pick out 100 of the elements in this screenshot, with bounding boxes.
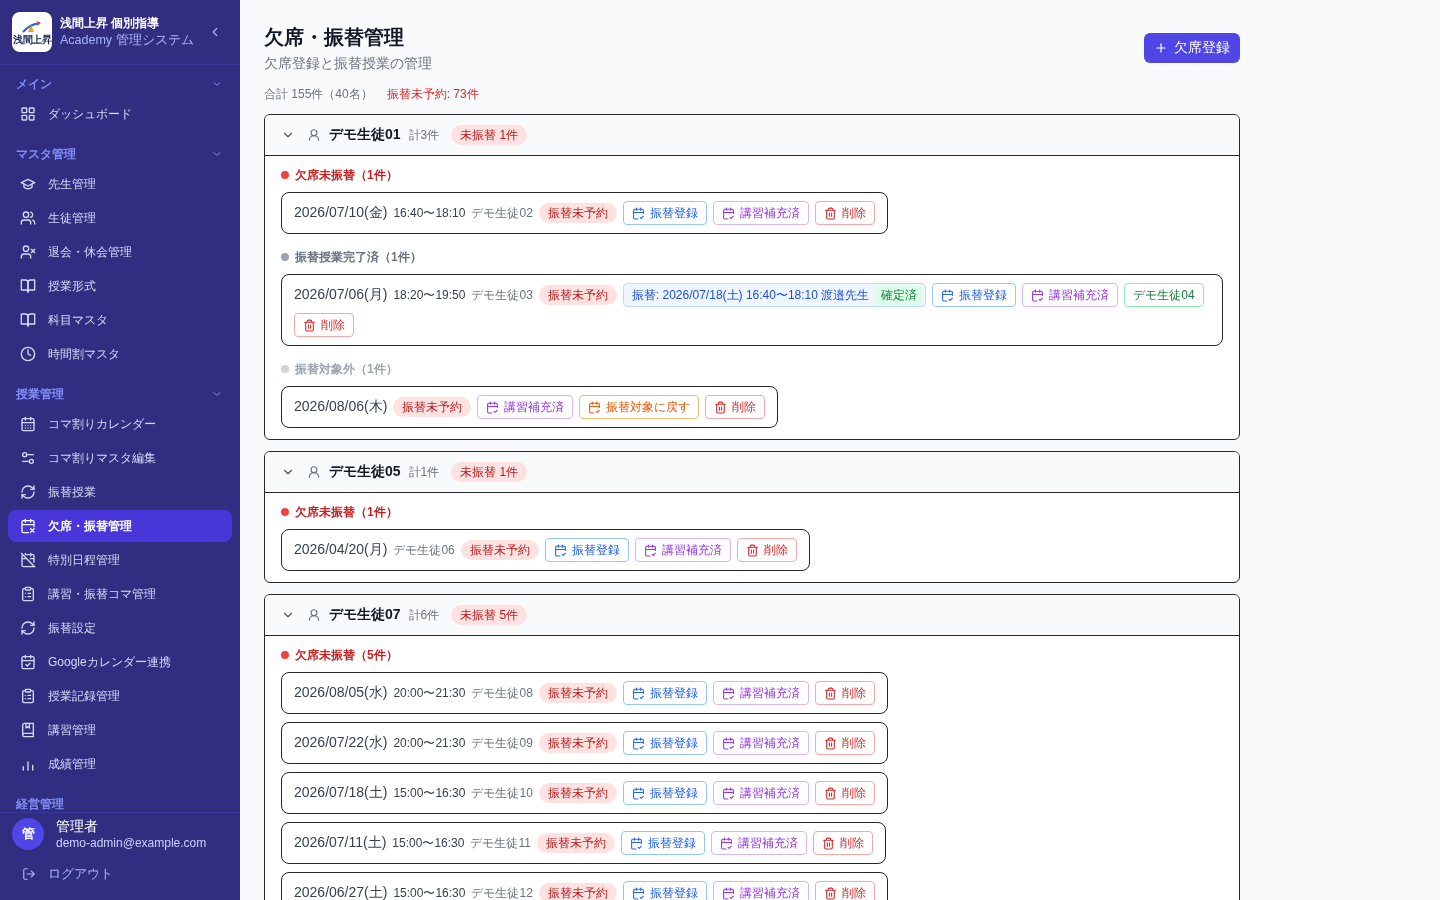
absence-date: 2026/08/06(木) bbox=[294, 398, 388, 416]
reschedule-button[interactable]: 振替登録 bbox=[544, 538, 629, 562]
calendar-x-icon bbox=[20, 518, 36, 534]
absence-date: 2026/07/06(月) bbox=[294, 286, 388, 304]
student-name: デモ生徒06 bbox=[393, 541, 455, 559]
makeup-done-button[interactable]: 講習補充済 bbox=[710, 831, 807, 855]
status-badge: 振替未予約 bbox=[393, 397, 472, 417]
nav-item[interactable]: 講習・振替コマ管理 bbox=[8, 578, 232, 610]
nav-item[interactable]: 振替授業 bbox=[8, 476, 232, 508]
reschedule-button[interactable]: 振替登録 bbox=[622, 731, 707, 755]
section-label: 欠席未振替（1件） bbox=[295, 503, 398, 521]
nav-item[interactable]: 特別日程管理 bbox=[8, 544, 232, 576]
delete-button[interactable]: 削除 bbox=[705, 395, 766, 419]
refresh-icon bbox=[20, 620, 36, 636]
nav-item[interactable]: コマ割りマスタ編集 bbox=[8, 442, 232, 474]
reschedule-button[interactable]: 振替登録 bbox=[622, 681, 707, 705]
section-label: 振替対象外（1件） bbox=[295, 360, 398, 378]
delete-button[interactable]: 削除 bbox=[814, 201, 875, 225]
delete-button[interactable]: 削除 bbox=[736, 538, 797, 562]
calendar-icon bbox=[941, 288, 955, 302]
trash-icon bbox=[823, 786, 837, 800]
section-label: 欠席未振替（5件） bbox=[295, 646, 398, 664]
status-badge: 振替未予約 bbox=[538, 733, 617, 753]
delete-button[interactable]: 削除 bbox=[812, 831, 873, 855]
makeup-done-button[interactable]: 講習補充済 bbox=[1022, 283, 1119, 307]
nav-item[interactable]: 講習管理 bbox=[8, 714, 232, 746]
nav-item[interactable]: 生徒管理 bbox=[8, 202, 232, 234]
calendar-icon bbox=[553, 543, 567, 557]
user-email: demo-admin@example.com bbox=[56, 835, 207, 851]
add-absence-button[interactable]: 欠席登録 bbox=[1144, 33, 1240, 63]
student-name: デモ生徒03 bbox=[471, 286, 533, 304]
nav-item[interactable]: 欠席・振替管理 bbox=[8, 510, 232, 542]
calendar-icon bbox=[631, 736, 645, 750]
makeup-done-button[interactable]: 講習補充済 bbox=[712, 681, 809, 705]
calendar-icon bbox=[486, 400, 500, 414]
page-subtitle: 欠席登録と振替授業の管理 bbox=[264, 54, 432, 73]
nav-item[interactable]: 授業記録管理 bbox=[8, 680, 232, 712]
delete-button[interactable]: 削除 bbox=[294, 313, 354, 337]
delete-button[interactable]: 削除 bbox=[814, 881, 875, 900]
reschedule-button[interactable]: 振替登録 bbox=[622, 881, 707, 900]
reschedule-button[interactable]: 振替登録 bbox=[622, 781, 707, 805]
nav-item[interactable]: 授業形式 bbox=[8, 270, 232, 302]
student-group-name: デモ生徒05 bbox=[329, 463, 401, 481]
restore-button[interactable]: 振替対象に戻す bbox=[579, 395, 700, 419]
app-subtitle: Academy 管理システム bbox=[60, 32, 194, 49]
status-badge: 振替未予約 bbox=[538, 683, 617, 703]
nav-section-label: 授業管理 bbox=[16, 387, 64, 401]
student-name: デモ生徒08 bbox=[471, 684, 533, 702]
makeup-done-button[interactable]: 講習補充済 bbox=[634, 538, 731, 562]
nav-item[interactable]: 退会・休会管理 bbox=[8, 236, 232, 268]
status-badge: 振替未予約 bbox=[538, 883, 617, 900]
absence-count: 計1件 bbox=[408, 463, 440, 481]
trash-icon bbox=[821, 836, 835, 850]
nav-item[interactable]: 時間割マスタ bbox=[8, 338, 232, 370]
page-title: 欠席・振替管理 bbox=[264, 25, 405, 50]
trash-icon bbox=[823, 686, 837, 700]
nav-item[interactable]: ダッシュボード bbox=[8, 98, 232, 130]
calendar-icon bbox=[721, 686, 735, 700]
nav-item[interactable]: 科目マスタ bbox=[8, 304, 232, 336]
nav-item[interactable]: 振替設定 bbox=[8, 612, 232, 644]
nav-item[interactable]: Googleカレンダー連携 bbox=[8, 646, 232, 678]
dot-icon bbox=[281, 508, 289, 516]
calendar-icon bbox=[721, 786, 735, 800]
trash-icon bbox=[823, 206, 837, 220]
makeup-done-button[interactable]: 講習補充済 bbox=[712, 881, 809, 900]
makeup-done-button[interactable]: 講習補充済 bbox=[477, 395, 574, 419]
user-icon bbox=[307, 465, 321, 479]
makeup-done-button[interactable]: 講習補充済 bbox=[712, 781, 809, 805]
book-icon bbox=[20, 722, 36, 738]
absence-date: 2026/07/11(土) bbox=[294, 834, 387, 852]
absence-date: 2026/07/18(土) bbox=[294, 784, 388, 802]
calendar-icon bbox=[631, 886, 645, 900]
absence-date: 2026/06/27(土) bbox=[294, 884, 388, 900]
transfer-text: 振替: 2026/07/18(土) 16:40〜18:10 渡邉先生 bbox=[631, 286, 870, 304]
calendar-icon bbox=[588, 400, 602, 414]
makeup-done-button[interactable]: 講習補充済 bbox=[712, 731, 809, 755]
nav-section-label: メイン bbox=[16, 77, 52, 91]
reschedule-button[interactable]: 振替登録 bbox=[622, 201, 707, 225]
clipboard-icon bbox=[20, 688, 36, 704]
reschedule-button[interactable]: 振替登録 bbox=[620, 831, 705, 855]
unassigned-badge: 未振替 1件 bbox=[451, 125, 528, 145]
absence-date: 2026/07/22(水) bbox=[294, 734, 388, 752]
calendar-icon bbox=[631, 206, 645, 220]
nav-item[interactable]: コマ割りカレンダー bbox=[8, 408, 232, 440]
reschedule-button[interactable]: 振替登録 bbox=[932, 283, 1017, 307]
student-name: デモ生徒02 bbox=[471, 204, 533, 222]
nav-item[interactable]: 成績管理 bbox=[8, 748, 232, 780]
dot-icon bbox=[281, 365, 289, 373]
delete-button[interactable]: 削除 bbox=[814, 731, 875, 755]
delete-button[interactable]: 削除 bbox=[814, 781, 875, 805]
nav-item[interactable]: 先生管理 bbox=[8, 168, 232, 200]
plus-icon bbox=[1154, 41, 1168, 55]
makeup-done-button[interactable]: 講習補充済 bbox=[712, 201, 809, 225]
unbooked-count: 振替未予約: 73件 bbox=[386, 86, 479, 103]
refresh-icon bbox=[20, 484, 36, 500]
absence-count: 計3件 bbox=[408, 126, 440, 144]
dot-icon bbox=[281, 651, 289, 659]
delete-button[interactable]: 削除 bbox=[814, 681, 875, 705]
clipboard-icon bbox=[20, 586, 36, 602]
logout-button[interactable]: ログアウト bbox=[12, 862, 123, 886]
